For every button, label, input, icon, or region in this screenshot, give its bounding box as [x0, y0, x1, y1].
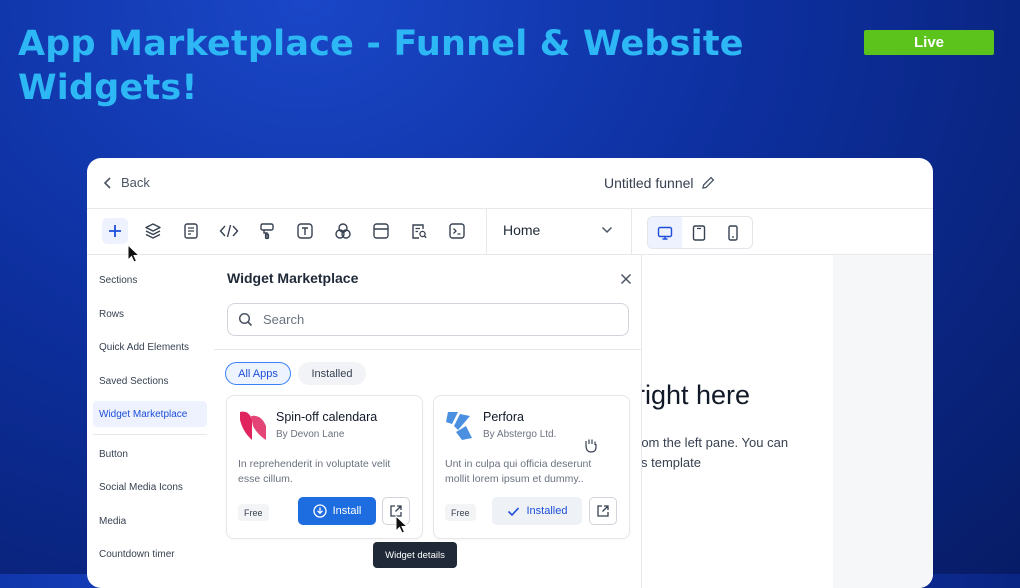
- widget-description: In reprehenderit in voluptate velit esse…: [238, 458, 391, 485]
- price-badge: Free: [238, 504, 269, 521]
- forms-button[interactable]: [178, 218, 204, 244]
- layers-button[interactable]: [140, 218, 166, 244]
- seo-button[interactable]: [406, 218, 432, 244]
- elements-button[interactable]: [330, 218, 356, 244]
- close-icon: [620, 273, 632, 285]
- back-button[interactable]: Back: [103, 175, 150, 190]
- widget-details-button[interactable]: [589, 497, 617, 525]
- paint-roller-icon: [260, 223, 274, 240]
- sidebar-item-widget-marketplace[interactable]: Widget Marketplace: [93, 401, 207, 427]
- code-button[interactable]: [216, 218, 242, 244]
- installed-button[interactable]: Installed: [492, 497, 582, 525]
- widget-name: Perfora: [483, 410, 524, 424]
- back-label: Back: [121, 175, 150, 190]
- desktop-view-button[interactable]: [648, 217, 682, 248]
- widget-author: By Abstergo Ltd.: [483, 429, 557, 440]
- installed-label: Installed: [526, 505, 568, 517]
- layout-button[interactable]: [368, 218, 394, 244]
- top-bar: Back Untitled funnel: [87, 158, 933, 209]
- canvas-text-line: s template: [641, 455, 701, 470]
- mobile-view-button[interactable]: [716, 217, 750, 248]
- sidebar: Sections Rows Quick Add Elements Saved S…: [87, 255, 215, 588]
- external-link-icon: [597, 505, 609, 517]
- sidebar-item-sections[interactable]: Sections: [93, 267, 207, 293]
- plus-icon: [109, 225, 121, 237]
- panel-title: Widget Marketplace: [227, 270, 359, 286]
- widget-marketplace-panel: Widget Marketplace All Apps Installed Sp…: [214, 255, 642, 588]
- page-select[interactable]: Home: [503, 222, 613, 238]
- add-element-button[interactable]: [102, 218, 128, 244]
- search-icon: [238, 312, 253, 327]
- download-icon: [312, 504, 327, 518]
- chevron-left-icon: [103, 176, 111, 189]
- toolbar-divider: [486, 209, 487, 254]
- filter-all-apps[interactable]: All Apps: [225, 362, 291, 385]
- install-label: Install: [332, 505, 362, 517]
- check-icon: [507, 506, 519, 516]
- toolbar-divider: [631, 209, 632, 254]
- widget-card-perfora[interactable]: Perfora By Abstergo Ltd. Unt in culpa qu…: [433, 395, 630, 539]
- text-button[interactable]: [292, 218, 318, 244]
- sidebar-item-media[interactable]: Media: [93, 508, 207, 534]
- price-badge: Free: [445, 504, 476, 521]
- canvas-text-line: rom the left pane. You can: [637, 435, 789, 450]
- perfora-logo-icon: [446, 412, 472, 440]
- form-icon: [184, 223, 198, 239]
- sidebar-item-saved-sections[interactable]: Saved Sections: [93, 368, 207, 394]
- panel-divider: [214, 349, 641, 350]
- widget-description: Unt in culpa qui officia deserunt mollit…: [445, 458, 592, 485]
- tablet-view-button[interactable]: [682, 217, 716, 248]
- device-toggle: [647, 216, 753, 249]
- filter-installed[interactable]: Installed: [298, 362, 366, 385]
- grab-hand-icon: [585, 439, 597, 453]
- sidebar-item-button[interactable]: Button: [93, 441, 207, 467]
- layers-icon: [145, 223, 161, 239]
- funnel-name: Untitled funnel: [604, 175, 694, 191]
- shapes-icon: [335, 223, 351, 239]
- desktop-icon: [657, 226, 673, 240]
- widget-details-tooltip: Widget details: [373, 542, 457, 568]
- canvas-heading: right here: [636, 380, 751, 410]
- code-icon: [219, 224, 239, 238]
- canvas-gutter: [833, 255, 933, 588]
- close-button[interactable]: [618, 271, 634, 287]
- sidebar-item-countdown-timer[interactable]: Countdown timer: [93, 541, 207, 567]
- live-badge: Live: [864, 30, 994, 55]
- funnel-title[interactable]: Untitled funnel: [604, 175, 716, 191]
- layout-icon: [373, 223, 389, 239]
- toolbar: Home: [87, 209, 933, 255]
- mouse-pointer-icon: [395, 515, 409, 534]
- spin-off-logo-icon: [240, 411, 266, 440]
- pencil-icon: [701, 176, 714, 189]
- widget-author: By Devon Lane: [276, 429, 345, 440]
- terminal-button[interactable]: [444, 218, 470, 244]
- search-doc-icon: [412, 224, 427, 239]
- chevron-down-icon: [601, 226, 613, 234]
- sidebar-divider: [93, 434, 207, 435]
- page-select-value: Home: [503, 222, 541, 238]
- text-icon: [297, 223, 313, 239]
- slide-title: App Marketplace - Funnel & Website Widge…: [18, 24, 744, 108]
- mobile-icon: [728, 224, 738, 241]
- search-box: [227, 303, 629, 336]
- widget-name: Spin-off calendara: [276, 410, 378, 424]
- terminal-icon: [449, 223, 465, 239]
- search-input[interactable]: [261, 311, 605, 328]
- install-button[interactable]: Install: [298, 497, 376, 525]
- sidebar-item-quick-add[interactable]: Quick Add Elements: [93, 334, 207, 360]
- builder-window: Back Untitled funnel Home Sections Rows …: [87, 158, 933, 588]
- mouse-pointer-icon: [127, 244, 141, 263]
- sidebar-item-social-media-icons[interactable]: Social Media Icons: [93, 474, 207, 500]
- tablet-icon: [692, 224, 706, 241]
- sidebar-item-rows[interactable]: Rows: [93, 301, 207, 327]
- styles-button[interactable]: [254, 218, 280, 244]
